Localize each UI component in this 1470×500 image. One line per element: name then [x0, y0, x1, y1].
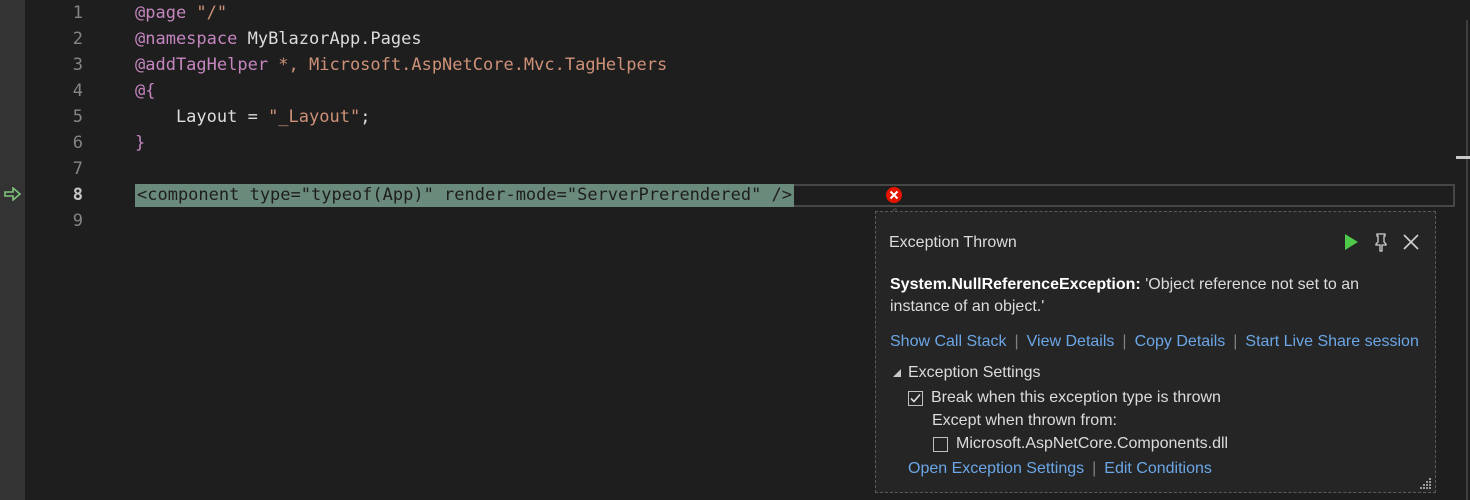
current-line-number: 8	[72, 185, 83, 205]
directive-token: @addTagHelper	[135, 55, 269, 75]
link-separator: |	[1122, 333, 1127, 350]
indicator-margin[interactable]	[0, 0, 25, 500]
pin-icon[interactable]	[1371, 232, 1391, 252]
line-number: 1	[72, 3, 83, 23]
exception-settings-header[interactable]: Exception Settings	[892, 364, 1041, 382]
line-number-gutter: 1 2 3 4 5 6 7 8 9	[25, 0, 100, 500]
close-icon[interactable]	[1401, 232, 1421, 252]
line-number: 9	[72, 211, 83, 231]
line-number: 5	[72, 107, 83, 127]
line-number: 4	[72, 81, 83, 101]
show-call-stack-link[interactable]: Show Call Stack	[890, 333, 1007, 351]
code-line-6[interactable]: }	[135, 130, 145, 156]
link-separator: |	[1092, 460, 1097, 477]
line-number: 3	[72, 55, 83, 75]
string-token: "/"	[186, 3, 228, 23]
link-separator: |	[1014, 333, 1019, 350]
exception-type: System.NullReferenceException:	[890, 276, 1141, 293]
bottom-links: Open Exception Settings | Edit Condition…	[908, 460, 1212, 478]
directive-token: }	[135, 133, 146, 153]
edit-conditions-link[interactable]: Edit Conditions	[1104, 460, 1212, 478]
start-live-share-link[interactable]: Start Live Share session	[1245, 333, 1418, 351]
break-when-thrown-label: Break when this exception type is thrown	[931, 389, 1221, 406]
view-details-link[interactable]: View Details	[1027, 333, 1115, 351]
link-separator: |	[1233, 333, 1238, 350]
scrollbar-position-marker	[1456, 156, 1470, 159]
directive-token: @namespace	[135, 29, 238, 49]
line-number: 7	[72, 159, 83, 179]
collapse-triangle-icon	[893, 369, 901, 377]
code-line-4[interactable]: @{	[135, 78, 155, 104]
identifier-token: Layout =	[135, 107, 269, 127]
popup-actions	[1341, 232, 1421, 252]
line-number: 6	[72, 133, 83, 153]
play-icon[interactable]	[1341, 232, 1361, 252]
code-line-8: <component type="typeof(App)" render-mod…	[137, 185, 793, 205]
resize-grip-icon[interactable]	[1420, 477, 1432, 489]
module-exception-row[interactable]: Microsoft.AspNetCore.Components.dll	[933, 435, 1228, 453]
scrollbar-track	[1466, 20, 1468, 500]
copy-details-link[interactable]: Copy Details	[1135, 333, 1226, 351]
vertical-scrollbar[interactable]	[1456, 0, 1470, 500]
execution-arrow-icon	[4, 187, 22, 201]
code-line-3[interactable]: @addTagHelper *, Microsoft.AspNetCore.Mv…	[135, 52, 667, 78]
exception-message: System.NullReferenceException: 'Object r…	[890, 274, 1410, 318]
code-line-1[interactable]: @page "/"	[135, 0, 227, 26]
identifier-token: MyBlazorApp.Pages	[237, 29, 422, 49]
except-when-label: Except when thrown from:	[932, 412, 1117, 429]
except-when-label-row: Except when thrown from:	[932, 412, 1117, 430]
directive-token: @{	[135, 81, 156, 101]
error-icon[interactable]	[885, 186, 903, 204]
break-when-thrown-checkbox[interactable]	[908, 390, 923, 406]
module-checkbox[interactable]	[933, 436, 948, 452]
popup-title: Exception Thrown	[889, 234, 1017, 251]
exception-helper-popup: Exception Thrown System.NullReferenceExc…	[875, 211, 1436, 493]
current-statement-highlight[interactable]: <component type="typeof(App)" render-mod…	[135, 184, 795, 207]
line-number: 2	[72, 29, 83, 49]
module-label: Microsoft.AspNetCore.Components.dll	[956, 435, 1229, 452]
string-token: "_Layout"	[268, 107, 361, 127]
code-line-2[interactable]: @namespace MyBlazorApp.Pages	[135, 26, 422, 52]
directive-token: @page	[135, 3, 187, 23]
code-line-5[interactable]: Layout = "_Layout";	[135, 104, 371, 130]
action-links: Show Call Stack | View Details | Copy De…	[890, 333, 1419, 351]
break-when-thrown-row[interactable]: Break when this exception type is thrown	[908, 389, 1221, 407]
exception-settings-label: Exception Settings	[908, 364, 1041, 381]
string-token: *, Microsoft.AspNetCore.Mvc.TagHelpers	[268, 55, 668, 75]
open-exception-settings-link[interactable]: Open Exception Settings	[908, 460, 1084, 478]
punctuation-token: ;	[360, 107, 371, 127]
